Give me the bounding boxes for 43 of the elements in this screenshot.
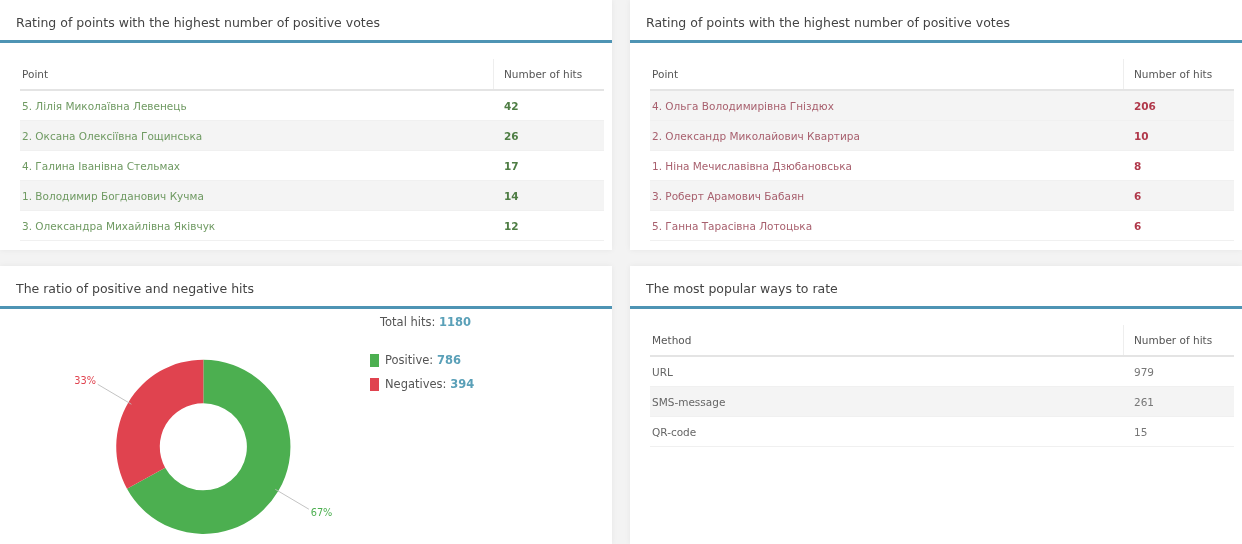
table-cell-text: 2. Оксана Олексіївна Гощинська <box>21 129 204 142</box>
table-cell-text: 14 <box>503 189 520 202</box>
table-cell-text: 42 <box>503 99 520 112</box>
table-cell-text: 5. Лілія Миколаївна Левенець <box>21 99 188 112</box>
leader-line <box>97 383 132 405</box>
table-cell-text: 6 <box>1133 189 1143 202</box>
column-header: Number of hits <box>1123 325 1234 355</box>
table-cell-text: 4. Ольга Володимирівна Гніздюх <box>651 99 835 112</box>
data-label: 67% <box>310 507 333 519</box>
leader-line <box>274 488 310 510</box>
legend-label: Positive: 786 <box>385 353 461 367</box>
table-cell-text: 2. Олександр Миколайович Квартира <box>651 129 861 142</box>
table-cell-text: 15 <box>1133 425 1149 438</box>
panel-title: The ratio of positive and negative hits <box>0 266 612 309</box>
table-cell-text: 8 <box>1133 159 1143 172</box>
column-header: Point <box>21 68 50 80</box>
data-label: 33% <box>74 375 96 387</box>
table-cell-text: 17 <box>503 159 520 172</box>
table-cell-text: 4. Галина Іванівна Стельмах <box>21 159 182 172</box>
table-cell-text: URL <box>651 365 674 378</box>
legend-label: Negatives: 394 <box>385 377 475 391</box>
table-cell-text: 3. Олександра Михайлівна Яківчук <box>21 219 217 232</box>
panel-title: Rating of points with the highest number of positive votes <box>0 0 612 43</box>
panel-title: Rating of points with the highest number of positive votes <box>630 0 1242 43</box>
table-cell-text: 206 <box>1133 99 1157 112</box>
column-header: Number of hits <box>1123 59 1234 89</box>
table-cell-text: 979 <box>1133 365 1156 378</box>
table-cell-text: 6 <box>1133 219 1143 232</box>
table-cell-text: 261 <box>1133 395 1156 408</box>
column-header: Point <box>651 68 680 80</box>
total-hits: Total hits: 1180 <box>380 315 473 329</box>
table-cell-text: 5. Ганна Тарасівна Лотоцька <box>651 219 814 232</box>
panel-title: The most popular ways to rate <box>630 266 1242 309</box>
table-cell-text: 1. Ніна Мечиславівна Дзюбановська <box>651 159 853 172</box>
table-cell-text: 12 <box>503 219 520 232</box>
column-header: Method <box>651 334 693 346</box>
table-cell-text: 3. Роберт Арамович Бабаян <box>651 189 806 202</box>
table-cell-text: 26 <box>503 129 520 142</box>
column-header: Number of hits <box>493 59 604 89</box>
table-cell-text: QR-code <box>651 425 698 438</box>
table-cell-text: 1. Володимир Богданович Кучма <box>21 189 205 202</box>
table-cell-text: 10 <box>1133 129 1150 142</box>
table-cell-text: SMS-message <box>651 395 727 408</box>
